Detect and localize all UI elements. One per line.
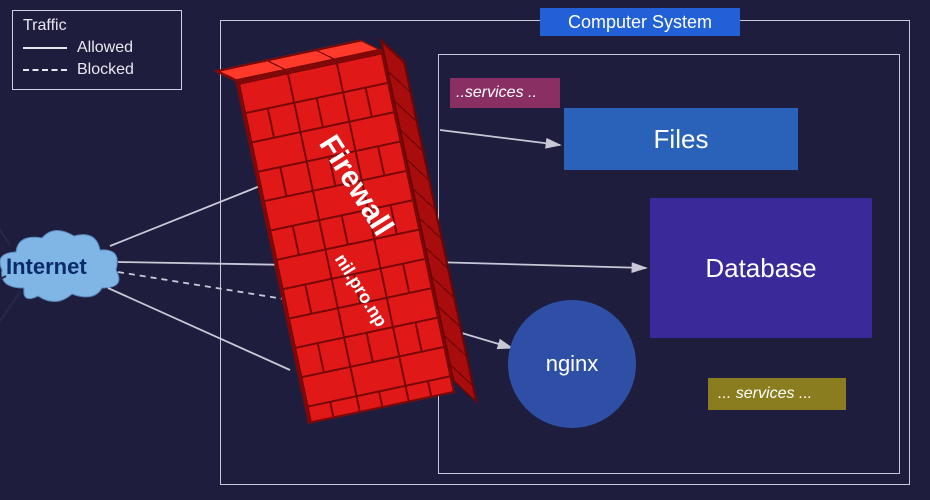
legend-allowed-row: Allowed <box>23 39 171 57</box>
legend-blocked-label: Blocked <box>77 61 134 79</box>
files-label: Files <box>654 124 709 155</box>
traffic-legend: Traffic Allowed Blocked <box>12 10 182 90</box>
legend-blocked-line <box>23 69 67 71</box>
services-top-label: ..services .. <box>450 78 560 108</box>
database-node: Database <box>650 198 872 338</box>
legend-allowed-label: Allowed <box>77 39 133 57</box>
services-bottom-label: ... services ... <box>708 378 846 410</box>
nginx-node: nginx <box>508 300 636 428</box>
files-node: Files <box>564 108 798 170</box>
legend-allowed-line <box>23 47 67 49</box>
nginx-label: nginx <box>546 351 599 377</box>
internet-label: Internet <box>6 254 87 280</box>
legend-blocked-row: Blocked <box>23 61 171 79</box>
computer-system-title: Computer System <box>540 8 740 36</box>
legend-title: Traffic <box>23 17 171 35</box>
database-label: Database <box>705 253 816 284</box>
